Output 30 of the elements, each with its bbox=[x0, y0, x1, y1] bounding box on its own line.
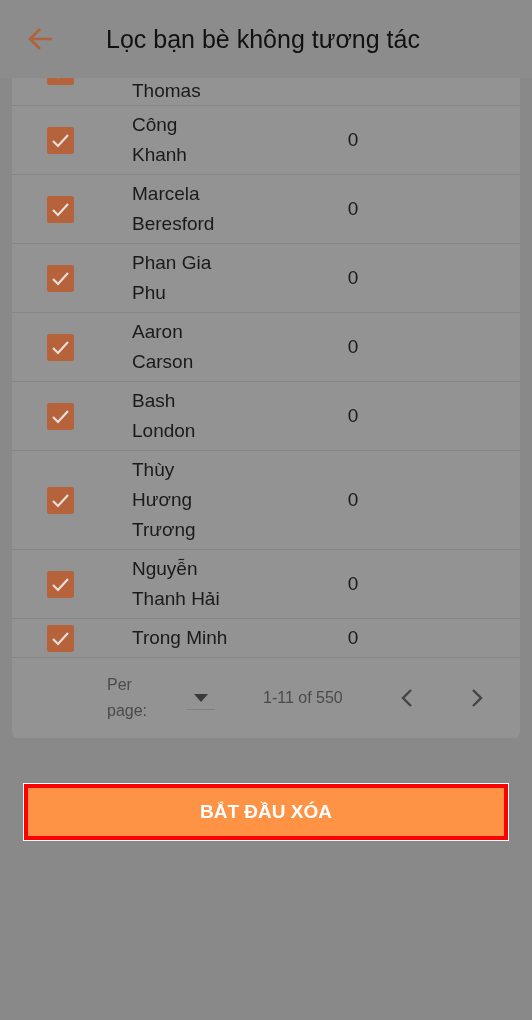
page-range: 1-11 of 550 bbox=[263, 689, 343, 707]
interaction-count: 0 bbox=[346, 129, 360, 151]
friend-name: Marcela Beresford bbox=[132, 182, 216, 236]
checkbox[interactable] bbox=[47, 264, 74, 292]
friend-name: Công Khanh bbox=[132, 113, 188, 167]
friend-name: Phan Gia Phu bbox=[132, 251, 213, 305]
interaction-count: 0 bbox=[346, 573, 360, 595]
friend-name: Aaron Carson bbox=[132, 320, 195, 374]
per-page-label: Per page: bbox=[107, 675, 149, 721]
interaction-count: 0 bbox=[346, 198, 360, 220]
interaction-count: 0 bbox=[346, 267, 360, 289]
friend-name: Trong Minh bbox=[132, 626, 228, 650]
checkbox[interactable] bbox=[47, 624, 74, 652]
friend-name: Thùy Hương Trương bbox=[132, 458, 197, 542]
interaction-count: 0 bbox=[346, 627, 360, 649]
caret-icon bbox=[194, 693, 208, 702]
checkbox[interactable] bbox=[47, 486, 74, 514]
start-delete-button[interactable]: BẮT ĐẦU XÓA bbox=[24, 784, 508, 840]
friend-name: Nguyễn Thanh Hải bbox=[132, 557, 221, 611]
interaction-count: 0 bbox=[346, 489, 360, 511]
friend-name: Thomas bbox=[132, 79, 202, 103]
friend-name: Bash London bbox=[132, 389, 197, 443]
checkbox[interactable] bbox=[47, 402, 74, 430]
interaction-count: 0 bbox=[346, 405, 360, 427]
checkbox[interactable] bbox=[47, 333, 74, 361]
checkbox[interactable] bbox=[47, 195, 74, 223]
screen-title: Lọc bạn bè không tương tác bbox=[106, 24, 420, 54]
checkbox[interactable] bbox=[47, 570, 74, 598]
checkbox[interactable] bbox=[47, 126, 74, 154]
interaction-count: 0 bbox=[346, 336, 360, 358]
